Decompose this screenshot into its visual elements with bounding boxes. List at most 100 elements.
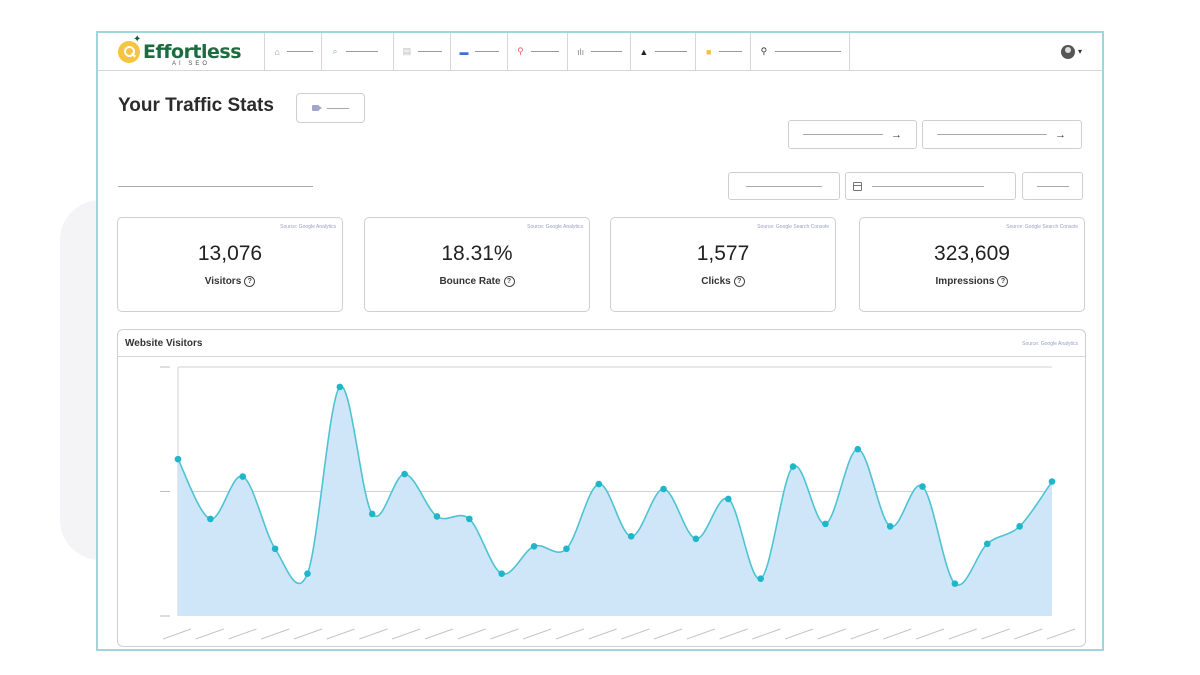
series-area [178,386,1052,616]
help-icon[interactable]: ? [503,276,515,287]
app-window: ✦ Effortless AI SEO ⌂ ⌕ ▤ ▬ ⚲ ılı ▲ ■ ⚲ … [96,31,1104,651]
data-point [304,570,311,577]
logo-subtitle: AI SEO [172,61,211,67]
data-point [207,515,214,523]
data-point [951,580,959,587]
stat-source: Source: Google Analytics [527,224,583,230]
nav-placeholder [530,51,559,52]
x-tick-label [522,628,552,640]
data-point [724,495,732,503]
data-point [919,483,926,490]
x-tick-label [261,628,290,640]
button-placeholder [1036,185,1069,187]
help-icon[interactable]: ? [244,276,256,287]
home-icon: ⌂ [274,46,280,57]
x-tick-label [686,628,716,640]
x-tick-label [195,628,224,640]
data-point [433,513,441,520]
button-placeholder [327,107,349,109]
x-tick-label [162,628,192,640]
page-title: Your Traffic Stats [118,95,274,116]
data-point [336,383,344,391]
x-tick-label [1014,628,1043,640]
nav-item-search[interactable]: ⚲ [751,33,850,70]
data-point [174,455,182,463]
data-point [822,520,829,528]
stat-value: 18.31% [441,242,513,265]
stat-card-clicks: Source: Google Search Console 1,577 Clic… [610,217,836,312]
chart-title: Website Visitors [125,338,203,349]
data-point [271,545,279,553]
x-tick-label [915,628,945,640]
apply-button[interactable] [1022,172,1083,200]
nav-item-analytics[interactable]: ılı [568,33,631,70]
nav-placeholder [774,51,841,52]
data-point [789,463,797,470]
nav-item-home[interactable]: ⌂ [265,33,322,70]
nav-item-keywords[interactable]: ⚲ [508,33,568,70]
data-point [466,515,473,523]
button-placeholder [803,134,883,135]
data-point [1016,523,1023,530]
stat-value: 13,076 [197,242,263,265]
stat-card-impressions: Source: Google Search Console 323,609 Im… [859,217,1085,312]
nav-item-content[interactable]: ▤ [394,33,451,70]
stat-label: Bounce Rate [439,276,501,287]
chart-header: Website Visitors Source: Google Analytic… [118,330,1085,357]
nav-item-files[interactable]: ■ [696,33,751,70]
stat-card-bounce-rate: Source: Google Analytics 18.31% Bounce R… [364,217,590,312]
nav-item-research[interactable]: ⌕ [322,33,394,70]
x-tick-label [948,628,977,640]
nav-item-business[interactable]: ▬ [451,33,508,70]
stat-source: Source: Google Search Console [757,224,829,230]
data-point [886,523,894,530]
help-icon[interactable]: ? [733,276,745,287]
x-tick-label [653,628,683,640]
stat-source: Source: Google Search Console [1006,224,1078,230]
x-tick-label [752,628,781,640]
action-button-1[interactable]: → [788,120,917,149]
x-tick-label [784,628,814,640]
help-icon[interactable]: ? [997,276,1009,287]
user-menu[interactable]: ▾ [1060,33,1102,70]
top-navbar: ✦ Effortless AI SEO ⌂ ⌕ ▤ ▬ ⚲ ılı ▲ ■ ⚲ … [98,33,1102,71]
x-tick-label [424,628,454,640]
data-point [757,575,764,582]
arrow-right-icon: → [1055,128,1066,141]
x-tick-label [588,628,617,640]
video-camera-icon [312,105,322,111]
action-button-2[interactable]: → [922,120,1082,149]
date-range-picker[interactable] [845,172,1016,200]
x-tick-label [981,628,1010,640]
x-tick-label [719,628,748,640]
data-point [498,570,506,577]
data-point [983,540,991,548]
nav-placeholder [475,51,499,52]
key-icon: ⚲ [517,46,524,56]
nav-placeholder [346,51,378,52]
stat-label: Clicks [701,276,731,287]
stat-card-visitors: Source: Google Analytics 13,076 Visitors… [117,217,343,312]
stat-label-row: Visitors ? [118,276,342,287]
nav-item-learn[interactable]: ▲ [631,33,696,70]
folder-icon: ■ [705,46,712,57]
x-tick-label [883,628,912,640]
filter-select[interactable] [728,172,840,200]
filter-placeholder [746,185,822,187]
x-tick-label [228,628,257,640]
x-tick-label [326,628,355,640]
bar-chart-icon: ılı [577,46,585,57]
button-placeholder [937,134,1047,135]
magnifier-icon: ⚲ [760,46,768,56]
x-tick-label [1046,628,1076,640]
video-tutorial-button[interactable] [296,93,365,123]
date-placeholder [872,185,984,187]
data-point [530,542,538,550]
storefront-icon: ▬ [459,46,469,57]
chart-source: Source: Google Analytics [1022,341,1078,347]
chevron-down-icon: ▾ [1077,47,1082,56]
x-tick-label [392,628,421,640]
logo[interactable]: ✦ Effortless AI SEO [98,33,265,70]
data-point [627,533,635,540]
data-point [660,485,667,493]
